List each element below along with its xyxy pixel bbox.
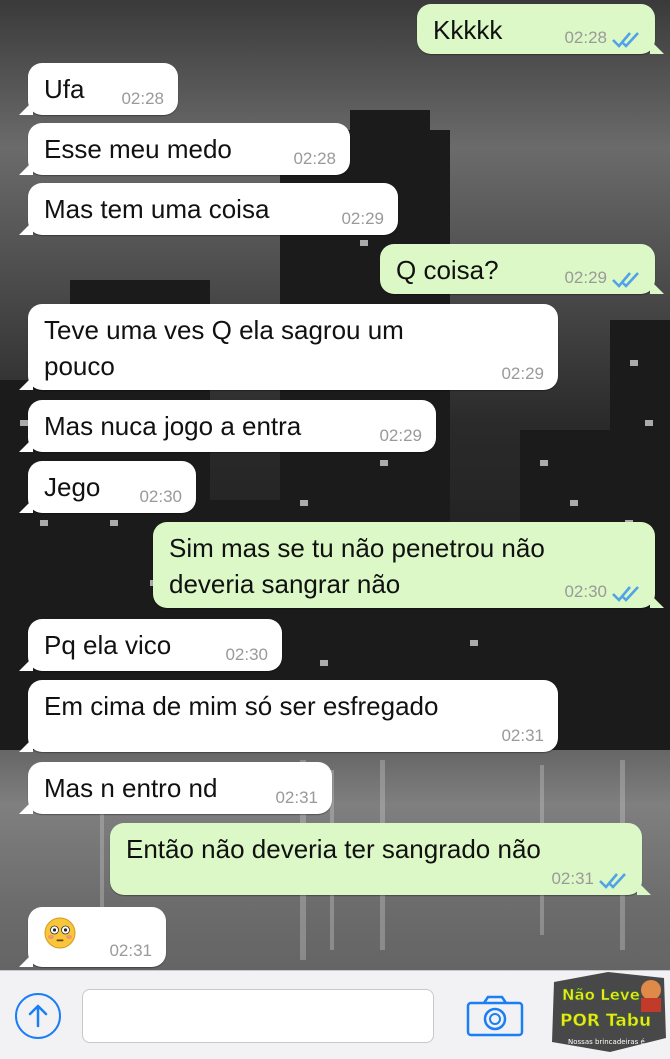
outgoing-message[interactable]: Kkkkk 02:28 — [417, 4, 664, 54]
outgoing-message[interactable]: Q coisa? 02:29 — [380, 244, 664, 294]
message-time: 02:29 — [564, 268, 607, 287]
message-text-line2: pouco — [44, 351, 115, 381]
incoming-message[interactable]: 02:31 — [19, 907, 166, 967]
double-check-read-icon — [612, 32, 639, 48]
watermark-line3: Nossas brincadeiras é... — [568, 1038, 652, 1046]
message-time: 02:30 — [139, 487, 182, 506]
incoming-message[interactable]: Mas n entro nd 02:31 — [19, 762, 332, 814]
incoming-message[interactable]: Pq ela vico 02:30 — [19, 619, 282, 671]
message-time: 02:28 — [121, 89, 164, 108]
message-time: 02:31 — [501, 726, 544, 745]
incoming-message[interactable]: Mas nuca jogo a entra 02:29 — [19, 400, 436, 452]
double-check-read-icon — [599, 873, 626, 889]
message-text: Kkkkk — [433, 15, 503, 45]
message-text: Em cima de mim só ser esfregado — [44, 691, 439, 721]
message-text: Sim mas se tu não penetrou não — [169, 533, 545, 563]
watermark-line1: Não Leve — [562, 986, 640, 1004]
outgoing-message[interactable]: Sim mas se tu não penetrou não deveria s… — [153, 522, 664, 608]
upload-button[interactable] — [15, 993, 61, 1039]
watermark-line2: POR Tabu — [560, 1011, 651, 1031]
double-check-read-icon — [612, 586, 639, 602]
message-text: Mas nuca jogo a entra — [44, 411, 302, 441]
double-check-read-icon — [612, 272, 639, 288]
incoming-message[interactable]: Em cima de mim só ser esfregado 02:31 — [19, 680, 558, 752]
message-time: 02:31 — [551, 869, 594, 888]
camera-icon[interactable] — [466, 995, 524, 1037]
outgoing-message[interactable]: Então não deveria ter sangrado não 02:31 — [110, 823, 651, 895]
message-text: Teve uma ves Q ela sagrou um — [44, 315, 404, 345]
message-time: 02:28 — [564, 28, 607, 47]
incoming-message[interactable]: Mas tem uma coisa 02:29 — [19, 183, 398, 235]
upload-arrow-icon — [28, 1004, 48, 1028]
message-text: Esse meu medo — [44, 134, 232, 164]
flushed-face-emoji-icon — [44, 917, 76, 949]
message-time: 02:30 — [564, 582, 607, 601]
message-text: Então não deveria ter sangrado não — [126, 834, 541, 864]
chat-screen: Kkkkk 02:28 Ufa 02:28 Esse meu medo 02:2… — [0, 0, 670, 1059]
watermark-logo: Não Leve POR Tabu Nossas brincadeiras é.… — [552, 972, 666, 1052]
message-time: 02:31 — [275, 788, 318, 807]
message-input[interactable] — [82, 989, 434, 1043]
message-time: 02:30 — [225, 645, 268, 664]
incoming-message[interactable]: Ufa 02:28 — [19, 63, 178, 115]
incoming-message[interactable]: Esse meu medo 02:28 — [19, 123, 350, 175]
message-time: 02:29 — [501, 364, 544, 383]
message-time: 02:31 — [109, 941, 152, 960]
incoming-message[interactable]: Jego 02:30 — [19, 461, 196, 513]
message-text: Mas tem uma coisa — [44, 194, 270, 224]
incoming-message[interactable]: Teve uma ves Q ela sagrou um pouco 02:29 — [19, 304, 558, 390]
message-time: 02:29 — [341, 209, 384, 228]
message-time: 02:29 — [379, 426, 422, 445]
message-time: 02:28 — [293, 149, 336, 168]
